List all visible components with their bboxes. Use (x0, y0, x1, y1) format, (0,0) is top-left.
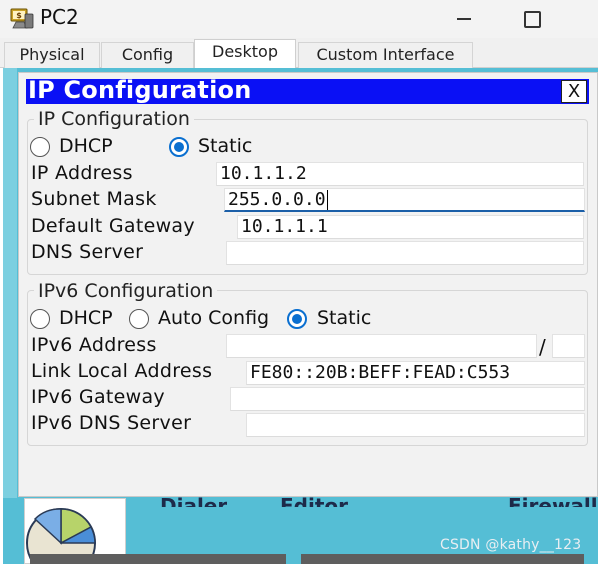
tab-physical[interactable]: Physical (4, 42, 100, 68)
ipv6-gateway-label: IPv6 Gateway (31, 386, 165, 408)
ipv6-dhcp-radio[interactable] (30, 309, 50, 329)
ipv6-static-label: Static (317, 307, 372, 329)
text-caret (326, 190, 328, 210)
ipv6-gateway-input[interactable] (230, 387, 585, 411)
dns-server-label: DNS Server (31, 241, 144, 263)
packet-tracer-pc-icon: $ (8, 4, 36, 32)
dns-server-input[interactable] (226, 241, 584, 265)
ip-configuration-title: IP Configuration (28, 76, 252, 104)
ipv6-group-label: IPv6 Configuration (34, 280, 218, 302)
subnet-mask-value: 255.0.0.0 (228, 189, 326, 210)
prefix-separator: / (539, 335, 546, 359)
link-local-address-field[interactable]: FE80::20B:BEFF:FEAD:C553 (246, 361, 585, 385)
ipv4-static-radio[interactable] (169, 137, 189, 157)
default-gateway-label: Default Gateway (31, 215, 195, 237)
desktop-panel-edge (3, 68, 17, 498)
ipv4-dhcp-label: DHCP (59, 135, 113, 157)
tab-desktop[interactable]: Desktop (194, 39, 296, 69)
subnet-mask-input[interactable]: 255.0.0.0 (224, 188, 585, 212)
window-title: PC2 (40, 5, 79, 29)
ipv6-dhcp-label: DHCP (59, 307, 113, 329)
ipv6-prefix-length-input[interactable] (552, 334, 585, 358)
tab-config[interactable]: Config (101, 42, 194, 68)
subnet-mask-label: Subnet Mask (31, 188, 157, 210)
taskbar-strip-left (30, 554, 286, 564)
watermark-text: CSDN @kathy__123 (440, 537, 582, 553)
ipv6-address-input[interactable] (226, 334, 537, 358)
ipv4-dhcp-radio[interactable] (30, 137, 50, 157)
ip-configuration-titlebar: IP Configuration (26, 76, 589, 104)
tab-custom-interface[interactable]: Custom Interface (298, 42, 473, 68)
ipv6-dns-server-input[interactable] (246, 413, 585, 437)
svg-text:$: $ (16, 11, 22, 20)
tab-bar: Physical Config Desktop Custom Interface (0, 38, 598, 69)
ipv6-auto-config-radio[interactable] (129, 309, 149, 329)
ipv4-static-label: Static (198, 135, 253, 157)
minimize-button[interactable] (449, 4, 479, 32)
close-button[interactable]: X (561, 80, 587, 103)
ipv4-group-label: IP Configuration (34, 108, 194, 130)
ipv6-address-label: IPv6 Address (31, 334, 157, 356)
ipv6-auto-config-label: Auto Config (158, 307, 270, 329)
maximize-button[interactable] (516, 4, 546, 32)
ipv6-dns-server-label: IPv6 DNS Server (31, 412, 192, 434)
ipv6-static-radio[interactable] (287, 309, 307, 329)
ip-address-label: IP Address (31, 162, 133, 184)
ip-address-input[interactable]: 10.1.1.2 (216, 162, 584, 186)
window-titlebar: $ PC2 (0, 0, 598, 38)
link-local-address-label: Link Local Address (31, 360, 213, 382)
taskbar-strip-right (301, 554, 584, 564)
default-gateway-input[interactable]: 10.1.1.1 (237, 215, 584, 239)
